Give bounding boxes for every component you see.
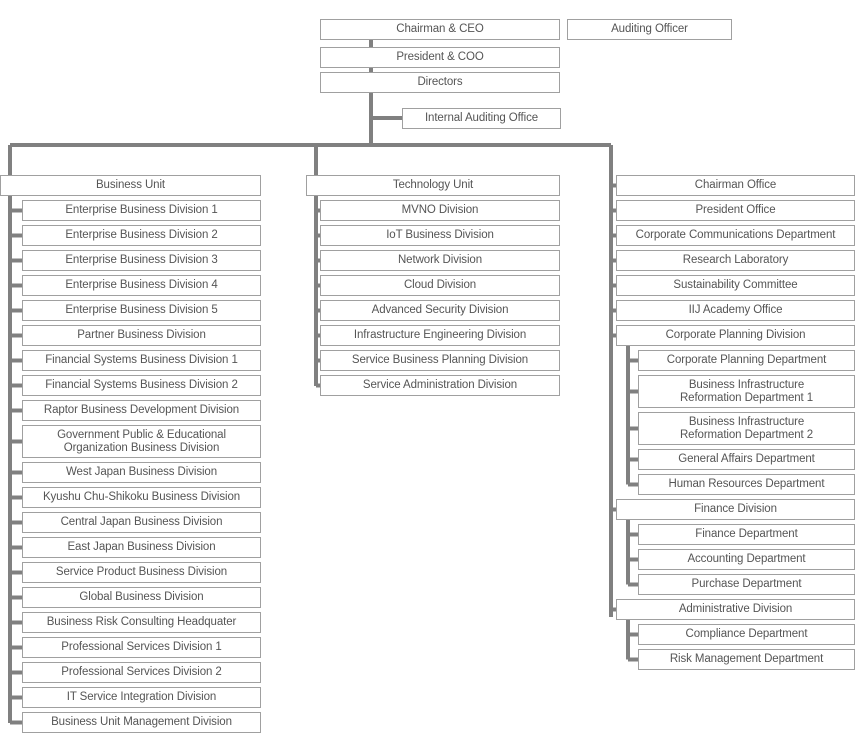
box-enterprise-business-division-3[interactable]: Enterprise Business Division 3 <box>22 250 261 271</box>
box-finance-department[interactable]: Finance Department <box>638 524 855 545</box>
box-it-service-integration-division[interactable]: IT Service Integration Division <box>22 687 261 708</box>
box-cloud-division[interactable]: Cloud Division <box>320 275 560 296</box>
box-human-resources-department[interactable]: Human Resources Department <box>638 474 855 495</box>
box-financial-systems-business-division-2[interactable]: Financial Systems Business Division 2 <box>22 375 261 396</box>
box-enterprise-business-division-1[interactable]: Enterprise Business Division 1 <box>22 200 261 221</box>
box-chairman-ceo[interactable]: Chairman & CEO <box>320 19 560 40</box>
box-accounting-department[interactable]: Accounting Department <box>638 549 855 570</box>
box-technology-unit[interactable]: Technology Unit <box>306 175 560 196</box>
box-partner-business-division[interactable]: Partner Business Division <box>22 325 261 346</box>
box-business-infrastructure-reformation-department-2[interactable]: Business Infrastructure Reformation Depa… <box>638 412 855 445</box>
box-infrastructure-engineering-division[interactable]: Infrastructure Engineering Division <box>320 325 560 346</box>
box-business-risk-consulting-headquater[interactable]: Business Risk Consulting Headquater <box>22 612 261 633</box>
box-raptor-business-development-division[interactable]: Raptor Business Development Division <box>22 400 261 421</box>
box-mvno-division[interactable]: MVNO Division <box>320 200 560 221</box>
box-business-unit[interactable]: Business Unit <box>0 175 261 196</box>
box-east-japan-business-division[interactable]: East Japan Business Division <box>22 537 261 558</box>
box-service-product-business-division[interactable]: Service Product Business Division <box>22 562 261 583</box>
box-finance-division[interactable]: Finance Division <box>616 499 855 520</box>
box-iot-business-division[interactable]: IoT Business Division <box>320 225 560 246</box>
box-service-business-planning-division[interactable]: Service Business Planning Division <box>320 350 560 371</box>
box-central-japan-business-division[interactable]: Central Japan Business Division <box>22 512 261 533</box>
org-chart: Chairman & CEO Auditing Officer Presiden… <box>0 0 860 735</box>
box-directors[interactable]: Directors <box>320 72 560 93</box>
box-purchase-department[interactable]: Purchase Department <box>638 574 855 595</box>
box-risk-management-department[interactable]: Risk Management Department <box>638 649 855 670</box>
box-professional-services-division-1[interactable]: Professional Services Division 1 <box>22 637 261 658</box>
box-global-business-division[interactable]: Global Business Division <box>22 587 261 608</box>
box-internal-auditing-office[interactable]: Internal Auditing Office <box>402 108 561 129</box>
box-sustainability-committee[interactable]: Sustainability Committee <box>616 275 855 296</box>
box-kyushu-chu-shikoku-business-division[interactable]: Kyushu Chu-Shikoku Business Division <box>22 487 261 508</box>
box-service-administration-division[interactable]: Service Administration Division <box>320 375 560 396</box>
box-corporate-planning-division[interactable]: Corporate Planning Division <box>616 325 855 346</box>
box-government-public-educational-organization-business-division[interactable]: Government Public & Educational Organiza… <box>22 425 261 458</box>
box-general-affairs-department[interactable]: General Affairs Department <box>638 449 855 470</box>
box-research-laboratory[interactable]: Research Laboratory <box>616 250 855 271</box>
box-president-office[interactable]: President Office <box>616 200 855 221</box>
box-advanced-security-division[interactable]: Advanced Security Division <box>320 300 560 321</box>
box-enterprise-business-division-5[interactable]: Enterprise Business Division 5 <box>22 300 261 321</box>
box-financial-systems-business-division-1[interactable]: Financial Systems Business Division 1 <box>22 350 261 371</box>
box-auditing-officer[interactable]: Auditing Officer <box>567 19 732 40</box>
box-iij-academy-office[interactable]: IIJ Academy Office <box>616 300 855 321</box>
box-president-coo[interactable]: President & COO <box>320 47 560 68</box>
box-business-infrastructure-reformation-department-1[interactable]: Business Infrastructure Reformation Depa… <box>638 375 855 408</box>
box-chairman-office[interactable]: Chairman Office <box>616 175 855 196</box>
box-network-division[interactable]: Network Division <box>320 250 560 271</box>
box-administrative-division[interactable]: Administrative Division <box>616 599 855 620</box>
box-west-japan-business-division[interactable]: West Japan Business Division <box>22 462 261 483</box>
box-corporate-communications-department[interactable]: Corporate Communications Department <box>616 225 855 246</box>
box-compliance-department[interactable]: Compliance Department <box>638 624 855 645</box>
box-enterprise-business-division-2[interactable]: Enterprise Business Division 2 <box>22 225 261 246</box>
box-professional-services-division-2[interactable]: Professional Services Division 2 <box>22 662 261 683</box>
box-enterprise-business-division-4[interactable]: Enterprise Business Division 4 <box>22 275 261 296</box>
box-business-unit-management-division[interactable]: Business Unit Management Division <box>22 712 261 733</box>
box-corporate-planning-department[interactable]: Corporate Planning Department <box>638 350 855 371</box>
